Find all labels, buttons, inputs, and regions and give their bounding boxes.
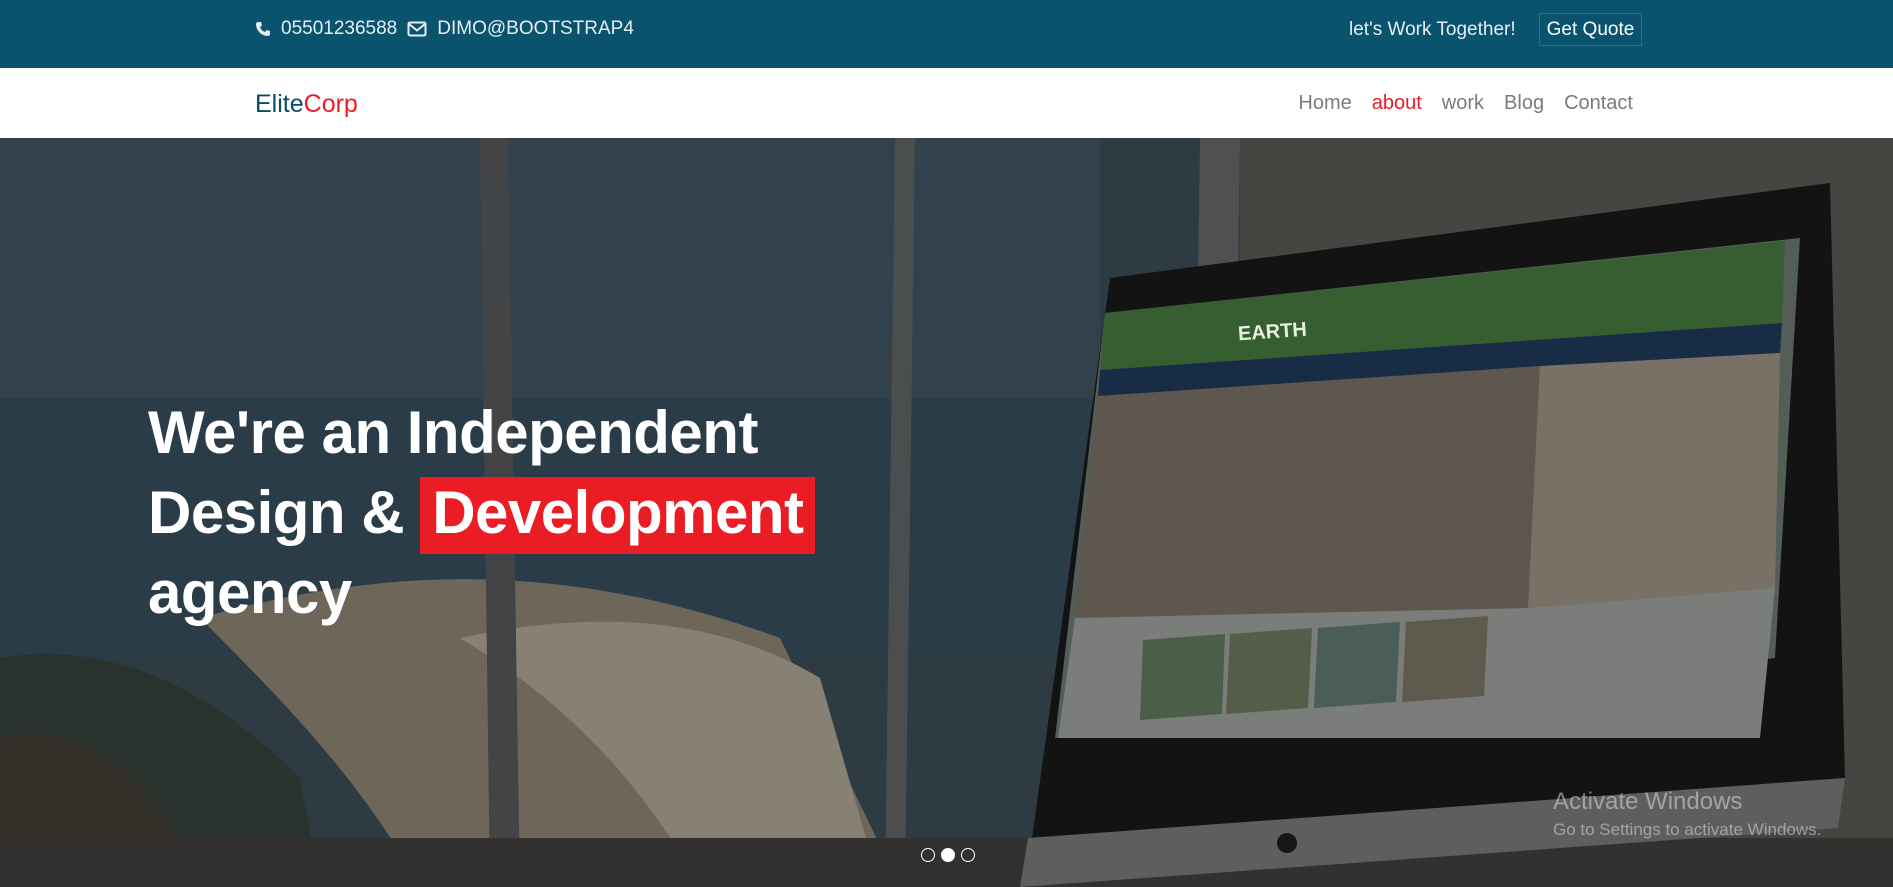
headline-line-2-prefix: Design & bbox=[148, 479, 421, 546]
nav-work[interactable]: work bbox=[1442, 92, 1484, 115]
nav-links: Home about work Blog Contact bbox=[1298, 92, 1633, 115]
windows-activation-watermark: Activate Windows Go to Settings to activ… bbox=[1553, 788, 1821, 840]
email-address[interactable]: DIMO@BOOTSTRAP4 bbox=[437, 18, 634, 40]
top-contact-bar: 05501236588 DIMO@BOOTSTRAP4 let's Work T… bbox=[0, 0, 1893, 68]
nav-blog[interactable]: Blog bbox=[1504, 92, 1544, 115]
carousel-dot-2[interactable] bbox=[941, 848, 955, 862]
phone-number[interactable]: 05501236588 bbox=[281, 18, 397, 40]
main-navbar: EliteCorp Home about work Blog Contact bbox=[0, 68, 1893, 138]
headline-line-2: Design & Development bbox=[148, 473, 816, 554]
envelope-icon bbox=[407, 21, 427, 37]
nav-about[interactable]: about bbox=[1372, 92, 1422, 115]
nav-home[interactable]: Home bbox=[1298, 92, 1351, 115]
headline-highlight: Development bbox=[420, 477, 816, 554]
watermark-title: Activate Windows bbox=[1553, 788, 1743, 815]
carousel-dot-1[interactable] bbox=[921, 848, 935, 862]
phone-icon bbox=[255, 21, 271, 37]
watermark-subtitle: Go to Settings to activate Windows. bbox=[1553, 820, 1822, 839]
carousel-dot-3[interactable] bbox=[961, 848, 975, 862]
nav-contact[interactable]: Contact bbox=[1564, 92, 1633, 115]
screen-mockup-logo: EARTH bbox=[1237, 318, 1308, 346]
carousel-indicators bbox=[921, 848, 975, 862]
get-quote-button[interactable]: Get Quote bbox=[1539, 13, 1642, 46]
brand-logo[interactable]: EliteCorp bbox=[255, 90, 358, 119]
tagline-text: let's Work Together! bbox=[1349, 19, 1516, 40]
brand-part-elite: Elite bbox=[255, 90, 304, 118]
headline-line-1: We're an Independent bbox=[148, 399, 758, 466]
contact-info: 05501236588 DIMO@BOOTSTRAP4 bbox=[255, 18, 634, 40]
brand-part-corp: Corp bbox=[303, 90, 358, 118]
hero-headline: We're an Independent Design & Developmen… bbox=[148, 393, 816, 633]
headline-line-3: agency bbox=[148, 559, 352, 626]
hero-carousel: EARTH We're an Independent Design & Deve… bbox=[0, 138, 1893, 887]
